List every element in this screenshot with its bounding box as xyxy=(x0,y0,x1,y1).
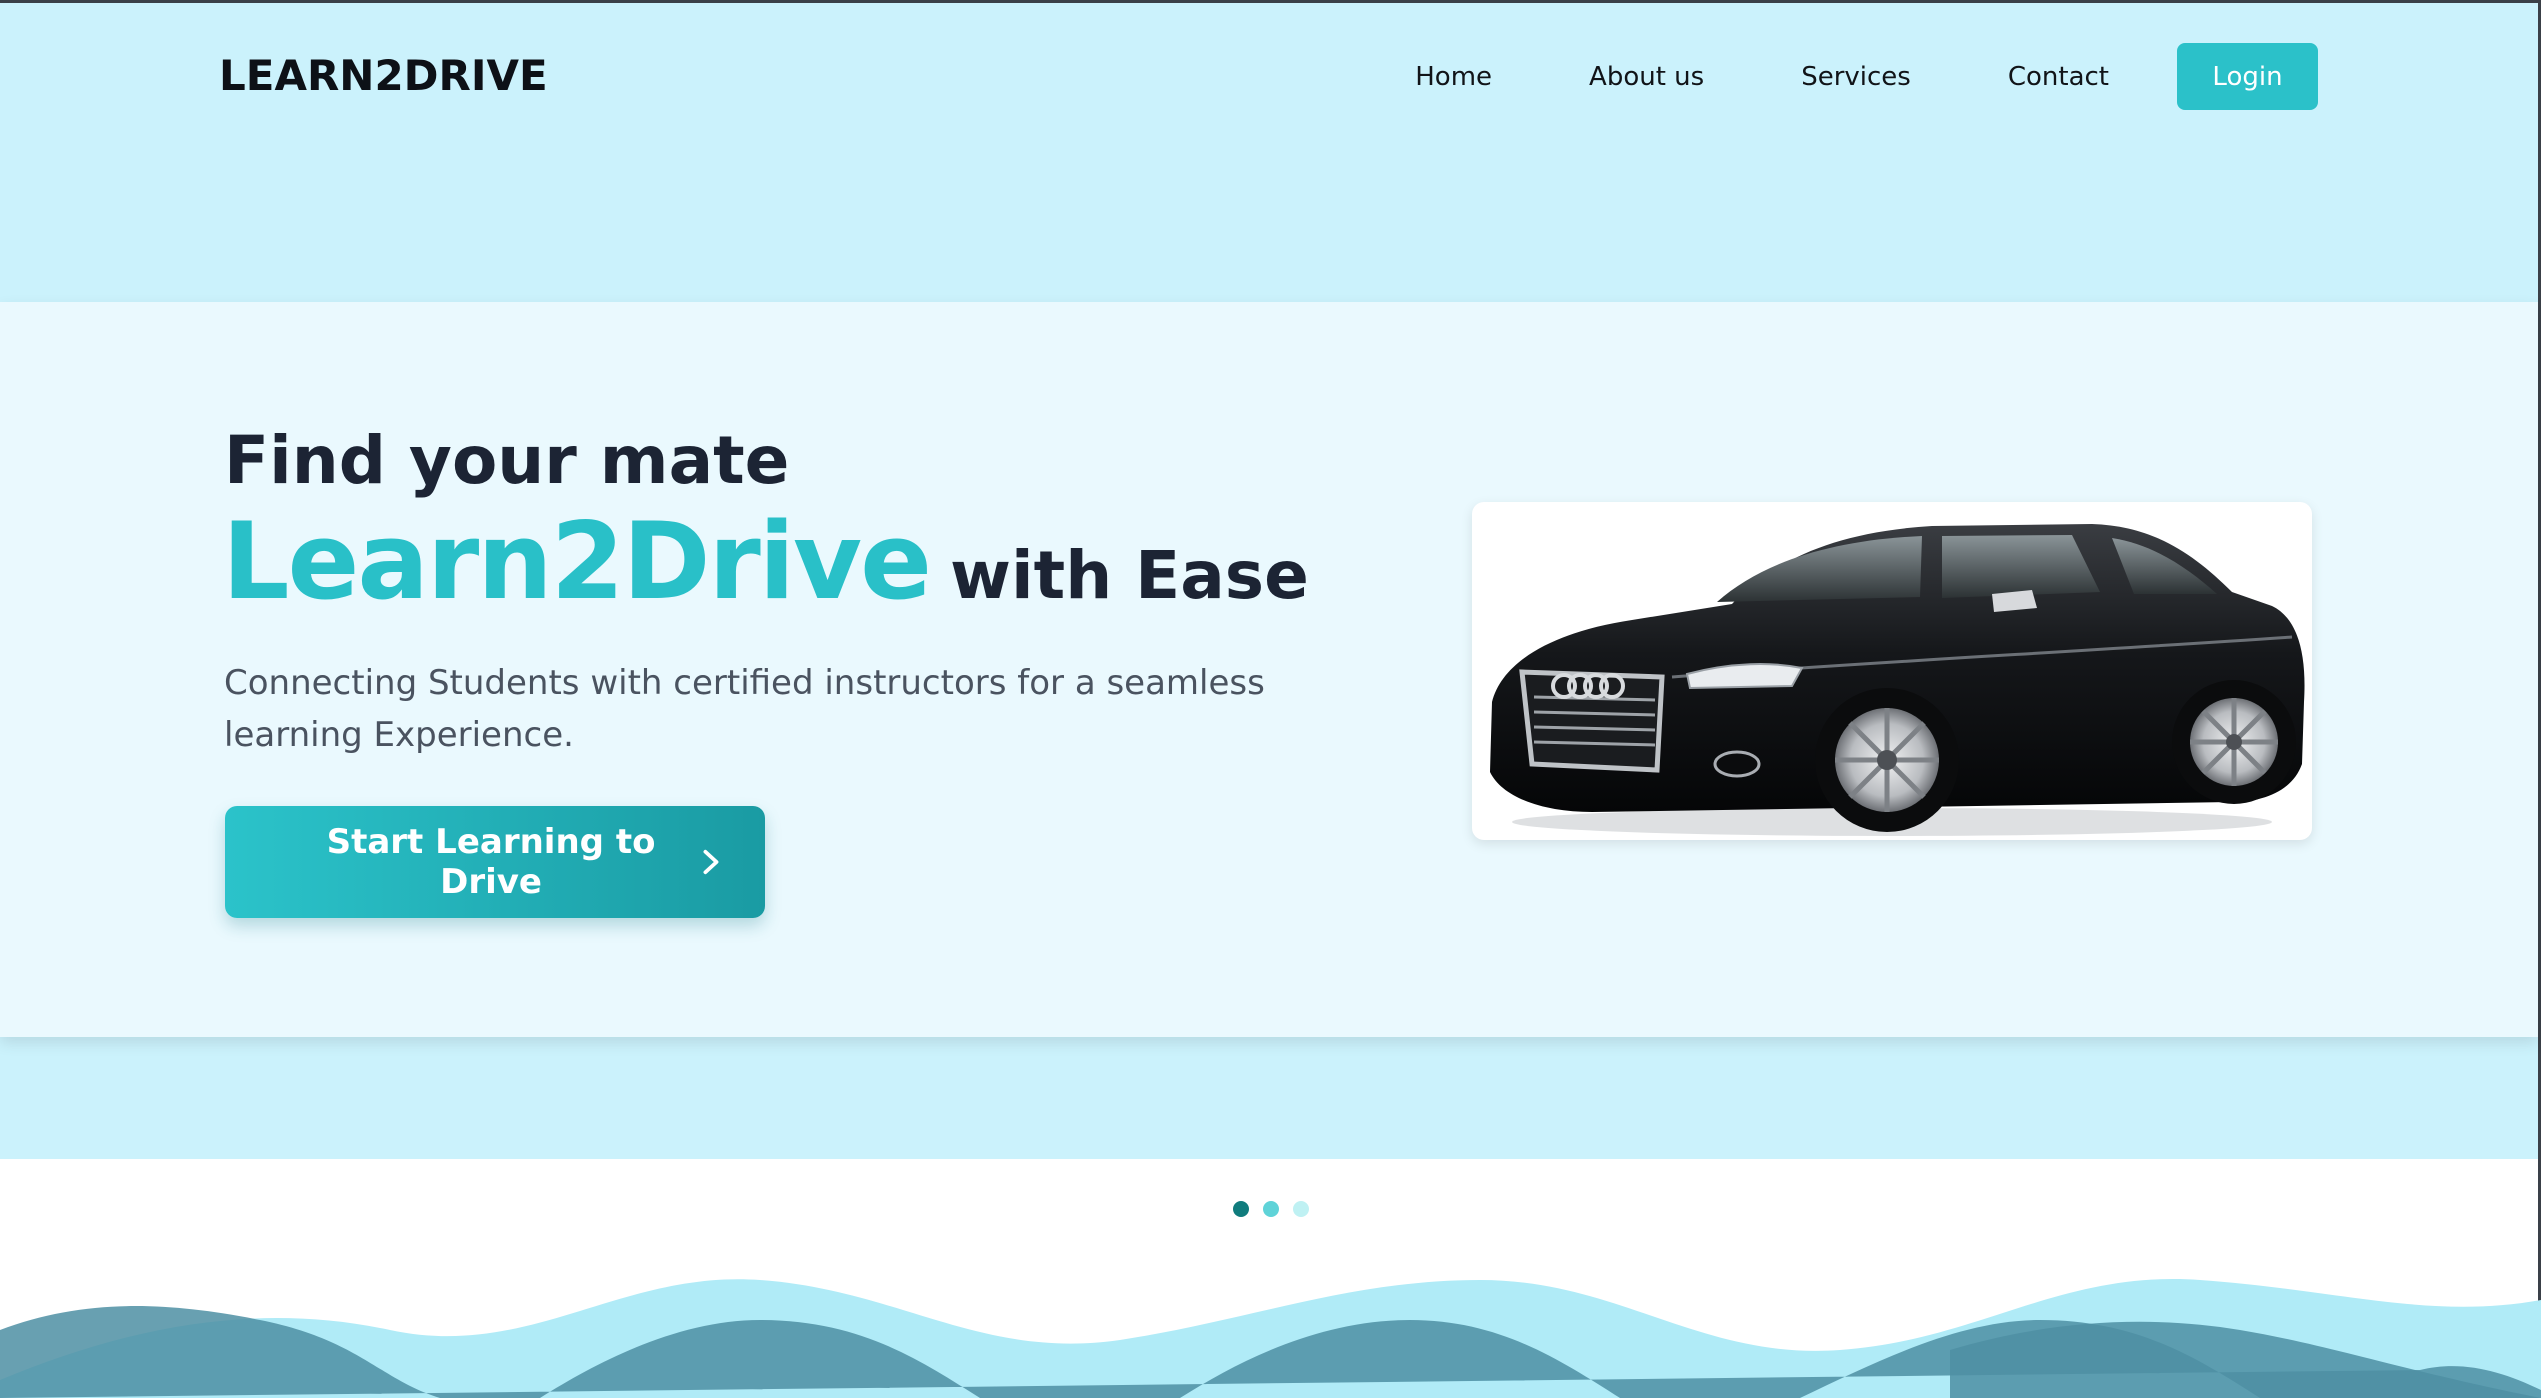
carousel-dot-2[interactable] xyxy=(1262,1201,1279,1217)
carousel-dots xyxy=(0,1201,2541,1217)
main-nav: Home About us Services Contact Login xyxy=(1415,43,2318,110)
hero-eyebrow: Find your mate xyxy=(224,422,790,499)
chevron-right-icon xyxy=(703,849,719,875)
site-header: LEARN2DRIVE Home About us Services Conta… xyxy=(0,3,2538,148)
hero-car-image xyxy=(1472,502,2312,840)
nav-link-about-us[interactable]: About us xyxy=(1589,62,1704,92)
carousel-dot-3[interactable] xyxy=(1292,1201,1309,1217)
start-learning-button[interactable]: Start Learning to Drive xyxy=(225,806,765,918)
site-logo[interactable]: LEARN2DRIVE xyxy=(219,51,548,100)
login-button[interactable]: Login xyxy=(2177,43,2318,110)
carousel-dot-1[interactable] xyxy=(1232,1201,1249,1217)
nav-link-services[interactable]: Services xyxy=(1801,62,1911,92)
start-learning-label: Start Learning to Drive xyxy=(326,822,656,902)
hero-headline: Learn2Drive with Ease xyxy=(222,500,1309,623)
car-illustration xyxy=(1490,524,2305,836)
nav-link-contact[interactable]: Contact xyxy=(2008,62,2109,92)
nav-link-home[interactable]: Home xyxy=(1415,62,1492,92)
hero-brand-word: Learn2Drive xyxy=(222,500,932,623)
hero-card: Find your mate Learn2Drive with Ease Con… xyxy=(0,302,2538,1037)
hero-tagline-suffix: with Ease xyxy=(950,537,1309,614)
footer-waves xyxy=(0,1260,2541,1398)
hero-subtitle: Connecting Students with certified instr… xyxy=(224,663,1265,755)
wave-decoration xyxy=(0,1279,2541,1398)
